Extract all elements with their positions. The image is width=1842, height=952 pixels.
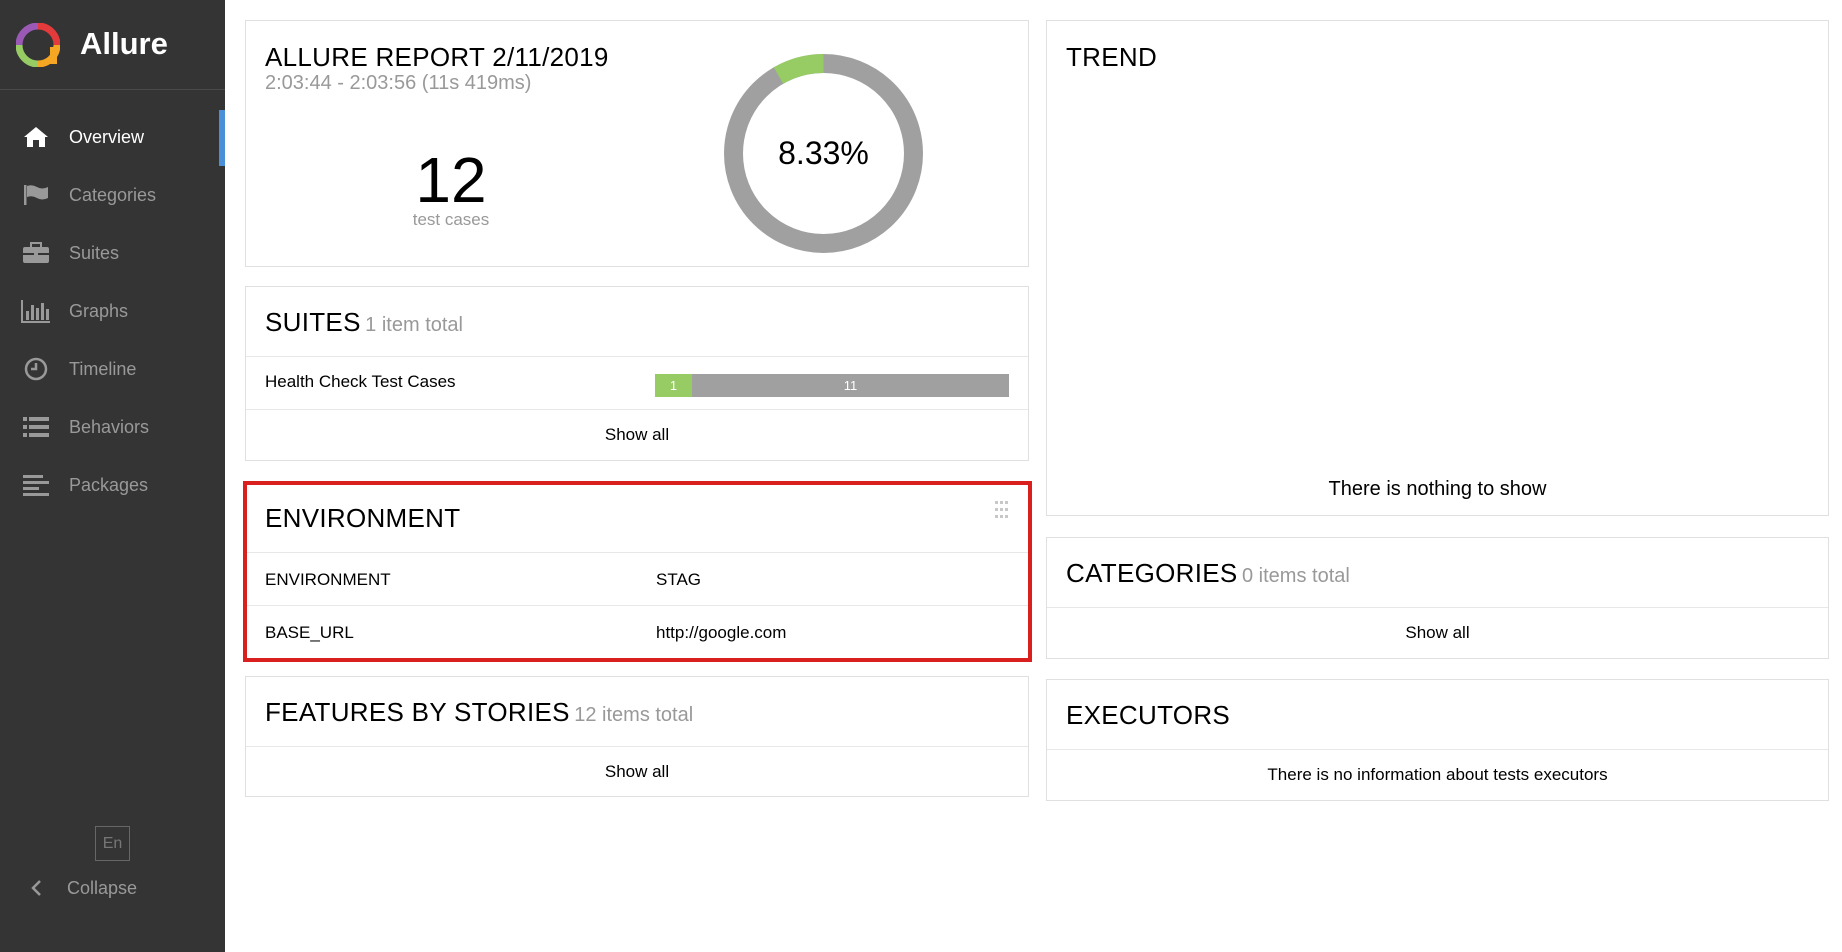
sidebar-item-suites[interactable]: Suites <box>0 224 225 282</box>
collapse-button[interactable]: Collapse <box>0 868 225 908</box>
sidebar-item-label: Categories <box>69 184 157 205</box>
sidebar-item-graphs[interactable]: Graphs <box>0 282 225 340</box>
pass-percent: 8.33% <box>778 135 869 171</box>
sidebar-item-label: Overview <box>69 126 145 147</box>
categories-show-all-link[interactable]: Show all <box>1047 623 1828 643</box>
list-icon <box>21 414 51 440</box>
sidebar: Allure Overview Categories Suites Graphs <box>0 0 225 952</box>
environment-highlight-box <box>243 481 1032 662</box>
align-left-icon <box>21 472 51 498</box>
suites-count: 1 item total <box>365 314 463 336</box>
summary-widget: ALLURE REPORT 2/11/2019 2:03:44 - 2:03:5… <box>245 20 1029 267</box>
sidebar-item-label: Behaviors <box>69 416 150 437</box>
suites-title: SUITES <box>265 307 361 337</box>
language-button[interactable]: En <box>95 826 130 861</box>
passed-segment: 1 <box>655 374 692 397</box>
other-segment: 11 <box>692 374 1009 397</box>
chevron-left-icon <box>26 879 46 897</box>
sidebar-item-overview[interactable]: Overview <box>0 108 225 166</box>
report-time: 2:03:44 - 2:03:56 (11s 419ms) <box>265 72 532 94</box>
executors-widget: EXECUTORS There is no information about … <box>1046 679 1829 801</box>
suites-header: SUITES 1 item total <box>265 307 463 338</box>
clock-icon <box>21 356 51 382</box>
sidebar-nav: Overview Categories Suites Graphs Timeli… <box>0 108 225 514</box>
features-header: FEATURES BY STORIES 12 items total <box>265 697 693 728</box>
app-title: Allure <box>80 26 168 61</box>
home-icon <box>21 124 51 150</box>
sidebar-item-label: Timeline <box>69 358 137 379</box>
sidebar-item-timeline[interactable]: Timeline <box>0 340 225 398</box>
trend-empty-message: There is nothing to show <box>1328 478 1547 500</box>
features-show-all-link[interactable]: Show all <box>246 762 1028 782</box>
test-case-count: 12 <box>415 144 487 216</box>
executors-empty-message: There is no information about tests exec… <box>1267 765 1608 784</box>
categories-header: CATEGORIES 0 items total <box>1066 558 1350 589</box>
features-widget: FEATURES BY STORIES 12 items total Show … <box>245 676 1029 797</box>
executors-title: EXECUTORS <box>1066 700 1231 730</box>
sidebar-item-label: Graphs <box>69 300 129 321</box>
allure-logo-icon <box>16 23 60 67</box>
sidebar-item-label: Packages <box>69 474 149 495</box>
categories-title: CATEGORIES <box>1066 558 1238 588</box>
categories-widget: CATEGORIES 0 items total Show all <box>1046 537 1829 659</box>
features-title: FEATURES BY STORIES <box>265 697 570 727</box>
report-title: ALLURE REPORT 2/11/2019 <box>265 42 609 72</box>
suite-name: Health Check Test Cases <box>265 372 456 391</box>
collapse-label: Collapse <box>67 877 138 898</box>
sidebar-item-packages[interactable]: Packages <box>0 456 225 514</box>
suites-widget: SUITES 1 item total Health Check Test Ca… <box>245 286 1029 461</box>
app-logo[interactable]: Allure <box>0 0 225 90</box>
trend-title: TREND <box>1066 42 1158 72</box>
suite-row[interactable]: Health Check Test Cases 1 11 <box>246 357 1028 409</box>
test-case-label: test cases <box>412 210 490 229</box>
categories-count: 0 items total <box>1242 565 1350 587</box>
features-count: 12 items total <box>574 704 694 726</box>
sidebar-item-behaviors[interactable]: Behaviors <box>0 398 225 456</box>
briefcase-icon <box>21 240 51 266</box>
sidebar-item-label: Suites <box>69 242 120 263</box>
sidebar-item-categories[interactable]: Categories <box>0 166 225 224</box>
bar-chart-icon <box>21 298 51 324</box>
suites-show-all-link[interactable]: Show all <box>246 425 1028 445</box>
suite-status-bar[interactable]: 1 11 <box>655 374 1009 397</box>
trend-widget: TREND There is nothing to show <box>1046 20 1829 516</box>
flag-icon <box>21 182 51 208</box>
